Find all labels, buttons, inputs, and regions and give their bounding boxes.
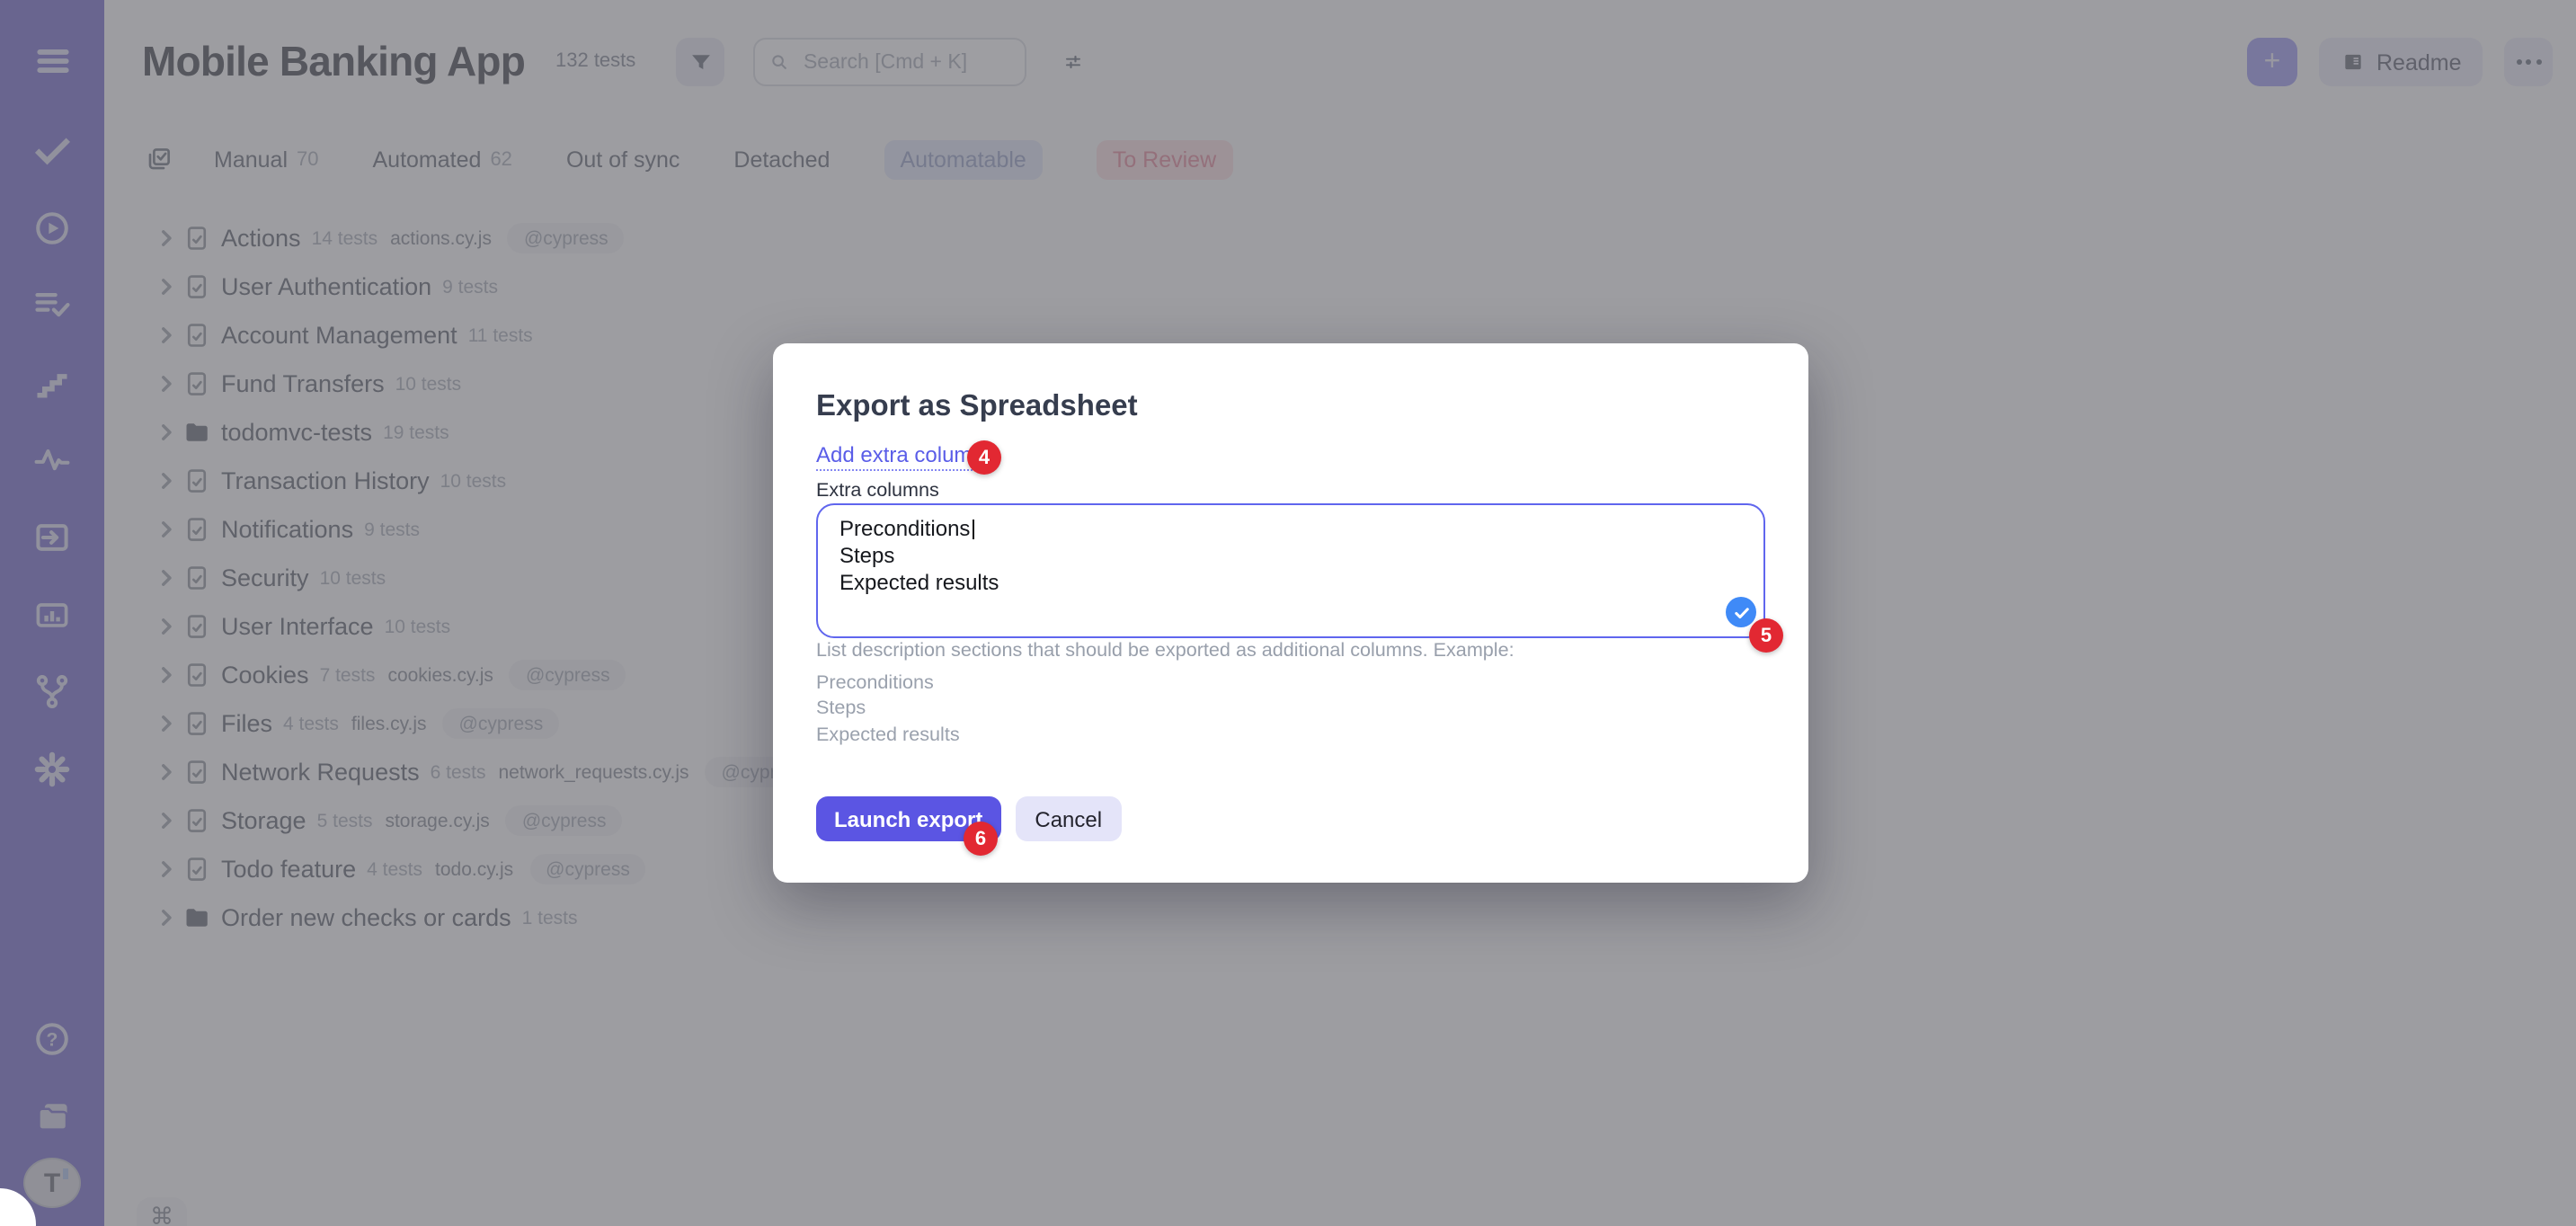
tour-step-badge-6: 6: [964, 822, 998, 856]
help-example: PreconditionsStepsExpected results: [816, 671, 960, 748]
dialog-title: Export as Spreadsheet: [816, 388, 1138, 424]
cancel-button[interactable]: Cancel: [1015, 796, 1122, 841]
extra-columns-textarea[interactable]: PreconditionsStepsExpected results: [816, 503, 1765, 638]
app: ? T Mobile Banking App 132 tests + Readm…: [0, 0, 2576, 1226]
export-dialog: Export as Spreadsheet Add extra columns …: [773, 343, 1808, 883]
tour-step-badge-4: 4: [967, 440, 1001, 475]
textarea-line: Preconditions: [839, 516, 1742, 543]
help-example-line: Steps: [816, 697, 960, 723]
extra-columns-label: Extra columns: [816, 480, 939, 502]
tour-step-badge-5: 5: [1749, 618, 1783, 653]
text-caret: [972, 519, 974, 539]
textarea-help-text: List description sections that should be…: [816, 640, 1515, 662]
help-example-line: Preconditions: [816, 671, 960, 697]
textarea-line: Steps: [839, 543, 1742, 570]
help-example-line: Expected results: [816, 722, 960, 748]
valid-check-icon: [1726, 597, 1756, 627]
textarea-line: Expected results: [839, 571, 1742, 598]
